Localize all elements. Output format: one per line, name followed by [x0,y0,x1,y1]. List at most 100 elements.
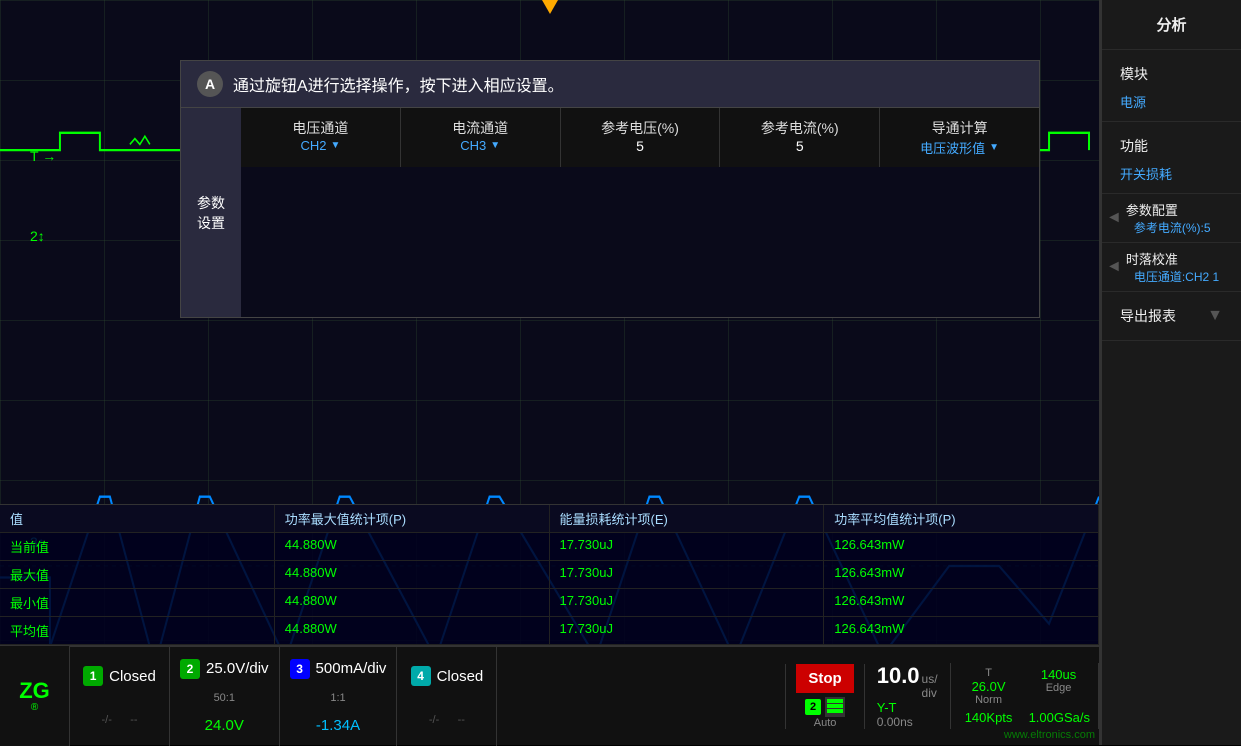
panel-module-label: 模块 [1120,64,1148,84]
trig-t-val: 26.0V [972,679,1006,694]
stop-button[interactable]: Stop [796,664,853,693]
time-value: 10.0 [877,663,920,689]
stats-r3-c0: 平均值 [0,617,275,644]
panel-params-section[interactable]: ◄ 参数配置 参考电流(%):5 [1102,194,1241,243]
stats-row-current: 当前值 44.880W 17.730uJ 126.643mW [0,533,1099,561]
voltage-channel-cell[interactable]: 电压通道 CH2 ▼ [241,108,401,167]
ch1-marker: T → [30,148,56,164]
panel-module-section[interactable]: 模块 电源 [1102,50,1241,122]
channel-4-block[interactable]: 4 Closed -/- -- [397,646,497,746]
timing-calib-label: 时落校准 [1126,249,1227,268]
voltage-channel-val-text: CH2 [300,138,326,153]
current-channel-value[interactable]: CH3 ▼ [415,138,546,153]
ch2-bars [825,697,845,717]
stats-r1-c3: 126.643mW [824,561,1099,588]
trigger-info: T 26.0V Norm 140us Edge 140Kpts [951,663,1099,729]
params-label: 参数设置 [181,108,241,317]
time-offset: 0.00ns [877,715,913,729]
voltage-channel-header: 电压通道 [255,118,386,138]
timing-calib-arrow: ◄ [1106,258,1122,276]
stats-row-max: 最大值 44.880W 17.730uJ 126.643mW [0,561,1099,589]
main-container: T → 2↕ 3↕ A 通过旋钮A进行选择操作，按下进入相应设置。 参数设置 电… [0,0,1241,745]
stats-r0-c1: 44.880W [275,533,550,560]
ch2-marker: 2↕ [30,228,45,244]
stats-r2-c3: 126.643mW [824,589,1099,616]
params-dialog: A 通过旋钮A进行选择操作，按下进入相应设置。 参数设置 电压通道 CH2 ▼ [180,60,1040,318]
time-per-div-display: 10.0 us/div Y-T 0.00ns [865,663,951,729]
brand-logo: ZG ® [0,646,70,746]
ref-current-value: 5 [734,138,865,154]
stats-r2-c1: 44.880W [275,589,550,616]
stats-r3-c3: 126.643mW [824,617,1099,644]
stats-col2-header: 能量损耗统计项(E) [550,505,825,532]
conduction-calc-value[interactable]: 电压波形值 ▼ [894,138,1025,157]
timing-calib-sub: 电压通道:CH2 1 [1126,268,1227,285]
trig-pts-val: 140Kpts [965,710,1013,725]
ch3-number: 3 [290,659,310,679]
ch2-offset: 24.0V [205,717,244,734]
ch3-div-label: 500mA/div [316,660,387,677]
params-config-arrow: ◄ [1106,209,1122,227]
params-config-label: 参数配置 [1126,200,1219,219]
ref-current-cell[interactable]: 参考电流(%) 5 [720,108,880,167]
channel-2-block[interactable]: 2 25.0V/div 50:1 24.0V [170,646,280,746]
conduction-calc-cell[interactable]: 导通计算 电压波形值 ▼ [880,108,1039,167]
panel-export-section[interactable]: 导出报表 ▼ [1102,292,1241,341]
ch1-arrows: -/- -- [101,714,137,726]
panel-title-section: 分析 [1102,0,1241,50]
panel-power-label: 电源 [1112,90,1231,113]
ch4-arrows: -/- -- [429,714,465,726]
dialog-header: A 通过旋钮A进行选择操作，按下进入相应设置。 [181,61,1039,108]
trig-cell-t: T 26.0V Norm [959,667,1019,706]
stats-r0-c0: 当前值 [0,533,275,560]
ch2-number: 2 [180,659,200,679]
stats-r2-c0: 最小值 [0,589,275,616]
panel-module-item: 模块 [1112,58,1231,90]
scope-area: T → 2↕ 3↕ A 通过旋钮A进行选择操作，按下进入相应设置。 参数设置 电… [0,0,1101,745]
stats-row-min: 最小值 44.880W 17.730uJ 126.643mW [0,589,1099,617]
stats-col1-header: 功率最大值统计项(P) [275,505,550,532]
panel-export-item: 导出报表 ▼ [1112,300,1231,332]
trig-cell-time: 140us Edge [1029,667,1089,706]
panel-function-label: 功能 [1120,136,1148,156]
current-channel-val-text: CH3 [460,138,486,153]
panel-function-item: 功能 [1112,130,1231,162]
ch1-label: Closed [109,668,156,685]
ref-voltage-value: 5 [575,138,706,154]
stats-r1-c0: 最大值 [0,561,275,588]
ch2-div-label: 25.0V/div [206,660,269,677]
ref-current-header: 参考电流(%) [734,118,865,138]
conduction-calc-val-text: 电压波形值 [920,138,985,157]
stats-r0-c3: 126.643mW [824,533,1099,560]
panel-export-label: 导出报表 [1120,306,1176,326]
channel-3-block[interactable]: 3 500mA/div 1:1 -1.34A [280,646,398,746]
stats-r1-c2: 17.730uJ [550,561,825,588]
ref-voltage-cell[interactable]: 参考电压(%) 5 [561,108,721,167]
dialog-title: 通过旋钮A进行选择操作，按下进入相应设置。 [233,72,564,96]
stats-r1-c1: 44.880W [275,561,550,588]
trig-t-label: T [985,667,992,679]
trig-cell-pts: 140Kpts [959,710,1019,725]
stats-r3-c2: 17.730uJ [550,617,825,644]
channel-1-block[interactable]: 1 Closed -/- -- [70,646,170,746]
ch4-label: Closed [437,668,484,685]
dialog-body: 参数设置 电压通道 CH2 ▼ 电流通道 [181,108,1039,317]
panel-timing-section[interactable]: ◄ 时落校准 电压通道:CH2 1 [1102,243,1241,292]
conduction-calc-header: 导通计算 [894,118,1025,138]
stats-header-row: 值 功率最大值统计项(P) 能量损耗统计项(E) 功率平均值统计项(P) [0,505,1099,533]
export-down-arrow: ▼ [1207,307,1223,325]
trig-time-val: 140us [1041,667,1076,682]
voltage-channel-value[interactable]: CH2 ▼ [255,138,386,153]
ch2-mini-indicator: 2 [805,699,821,715]
ch1-number: 1 [83,666,103,686]
voltage-channel-arrow: ▼ [330,140,340,151]
stats-r2-c2: 17.730uJ [550,589,825,616]
ref-voltage-header: 参考电压(%) [575,118,706,138]
panel-function-section[interactable]: 功能 开关损耗 [1102,122,1241,194]
dialog-icon: A [197,71,223,97]
yt-mode: Y-T [877,700,897,715]
logo-registered: ® [31,702,38,713]
stats-col0-header: 值 [0,505,275,532]
current-channel-cell[interactable]: 电流通道 CH3 ▼ [401,108,561,167]
current-channel-header: 电流通道 [415,118,546,138]
